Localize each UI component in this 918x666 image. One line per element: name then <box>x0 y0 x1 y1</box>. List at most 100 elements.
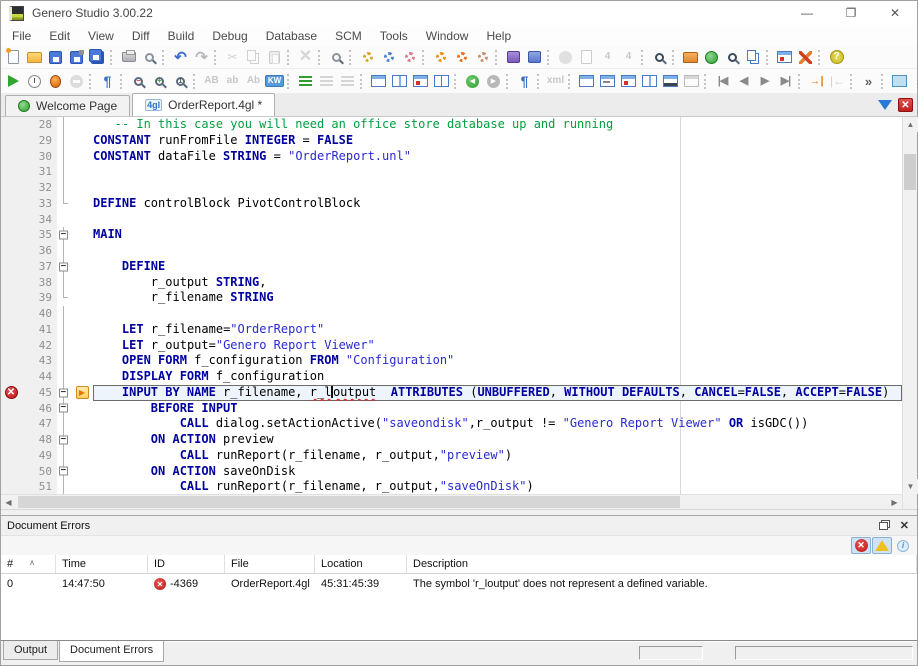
code-line-40[interactable]: 40 <box>1 306 902 322</box>
generate-doc-button[interactable] <box>576 47 597 68</box>
find-in-files-button[interactable] <box>649 47 670 68</box>
paste-button[interactable] <box>264 47 285 68</box>
preferences-button[interactable] <box>795 47 816 68</box>
close-panel-icon[interactable]: ✕ <box>898 519 911 532</box>
code-line-35[interactable]: 35−MAIN <box>1 227 902 243</box>
build-all-button[interactable] <box>378 47 399 68</box>
code-text-50[interactable]: ON ACTION saveOnDisk <box>93 464 902 480</box>
capitalize-button[interactable]: Ab <box>243 71 264 92</box>
zoom-out-button[interactable]: − <box>128 71 149 92</box>
tab-welcome-page[interactable]: Welcome Page <box>5 95 130 116</box>
lowercase-button[interactable]: ab <box>222 71 243 92</box>
code-line-45[interactable]: ✕45−▶ INPUT BY NAME r_filename, r_loutpu… <box>1 385 902 401</box>
code-text-47[interactable]: CALL dialog.setActionActive("saveondisk"… <box>93 416 902 432</box>
code-line-39[interactable]: 39 r_filename STRING <box>1 290 902 306</box>
menu-debug[interactable]: Debug <box>203 27 256 45</box>
code-text-32[interactable] <box>93 180 902 196</box>
indent-button[interactable] <box>295 71 316 92</box>
menu-window[interactable]: Window <box>417 27 478 45</box>
error-row[interactable]: 014:47:50✕-4369OrderReport.4gl45:31:45:3… <box>1 574 917 592</box>
code-text-33[interactable]: DEFINE controlBlock PivotControlBlock <box>93 196 902 212</box>
tab-document-errors[interactable]: Document Errors <box>59 641 164 662</box>
uppercase-button[interactable]: AB <box>201 71 222 92</box>
code-text-46[interactable]: BEFORE INPUT <box>93 401 902 417</box>
designer-view-button[interactable] <box>889 71 910 92</box>
close-button[interactable]: ✕ <box>873 1 917 25</box>
save-all-button[interactable] <box>87 47 108 68</box>
record-prev-button[interactable]: ◀ <box>733 71 754 92</box>
filter-errors-button[interactable]: ✕ <box>851 537 871 554</box>
float-panel-icon[interactable] <box>879 522 888 530</box>
report-wizard-button[interactable] <box>774 47 795 68</box>
code-text-40[interactable] <box>93 306 902 322</box>
form-console-button[interactable] <box>660 71 681 92</box>
maximize-button[interactable]: ❐ <box>829 1 873 25</box>
redo-button[interactable]: ↷ <box>191 47 212 68</box>
menu-build[interactable]: Build <box>159 27 204 45</box>
minimize-button[interactable]: — <box>785 1 829 25</box>
code-line-31[interactable]: 31 <box>1 164 902 180</box>
editor-hscrollbar[interactable]: ◀ ▶ <box>1 494 902 509</box>
fold-margin[interactable]: − <box>57 401 71 417</box>
code-text-37[interactable]: DEFINE <box>93 259 902 275</box>
col-header-location[interactable]: Location <box>315 555 407 573</box>
save-button[interactable] <box>45 47 66 68</box>
code-line-34[interactable]: 34 <box>1 212 902 228</box>
layout-split-button[interactable] <box>389 71 410 92</box>
code-line-47[interactable]: 47 CALL dialog.setActionActive("saveondi… <box>1 416 902 432</box>
code-text-28[interactable]: -- In this case you will need an office … <box>93 117 902 133</box>
copy-button[interactable] <box>243 47 264 68</box>
code-text-38[interactable]: r_output STRING, <box>93 275 902 291</box>
code-line-50[interactable]: 50− ON ACTION saveOnDisk <box>1 464 902 480</box>
code-text-36[interactable] <box>93 243 902 259</box>
generate-4gl-all-button[interactable]: 4 <box>618 47 639 68</box>
hscroll-thumb[interactable] <box>18 496 680 508</box>
compile-button[interactable] <box>555 47 576 68</box>
code-line-28[interactable]: 28 -- In this case you will need an offi… <box>1 117 902 133</box>
menu-edit[interactable]: Edit <box>40 27 79 45</box>
xml-export-button[interactable]: xml <box>545 71 566 92</box>
code-line-33[interactable]: 33DEFINE controlBlock PivotControlBlock <box>1 196 902 212</box>
col-header-time[interactable]: Time <box>56 555 148 573</box>
code-line-51[interactable]: 51 CALL runReport(r_filename, r_output,"… <box>1 479 902 494</box>
menu-scm[interactable]: SCM <box>326 27 371 45</box>
form-label-button[interactable] <box>597 71 618 92</box>
outdent-button[interactable] <box>316 71 337 92</box>
code-text-49[interactable]: CALL runReport(r_filename, r_output,"pre… <box>93 448 902 464</box>
generate-4gl-button[interactable]: 4 <box>597 47 618 68</box>
code-line-38[interactable]: 38 r_output STRING, <box>1 275 902 291</box>
tab-output[interactable]: Output <box>3 641 58 660</box>
form-record-button[interactable] <box>618 71 639 92</box>
build-settings-button[interactable] <box>430 47 451 68</box>
form-table-button[interactable] <box>681 71 702 92</box>
keyword-case-button[interactable]: KW <box>264 71 285 92</box>
code-text-44[interactable]: DISPLAY FORM f_configuration <box>93 369 902 385</box>
rebuild-button[interactable] <box>451 47 472 68</box>
toolbar-overflow-button[interactable]: » <box>858 71 879 92</box>
code-text-30[interactable]: CONSTANT dataFile STRING = "OrderReport.… <box>93 149 902 165</box>
undo-button[interactable]: ↶ <box>170 47 191 68</box>
tab-orderreport-4gl[interactable]: 4gl OrderReport.4gl * <box>132 93 275 116</box>
fold-margin[interactable]: − <box>57 259 71 275</box>
show-whitespace-button[interactable]: ¶ <box>97 71 118 92</box>
code-line-48[interactable]: 48− ON ACTION preview <box>1 432 902 448</box>
next-change-button[interactable]: →| <box>806 71 827 92</box>
editor-vscrollbar[interactable]: ▲ ▼ <box>902 117 917 509</box>
welcome-page-button[interactable] <box>701 47 722 68</box>
code-text-45[interactable]: INPUT BY NAME r_filename, r_loutput ATTR… <box>93 385 902 401</box>
scroll-up-icon[interactable]: ▲ <box>903 117 918 132</box>
layout-grid-button[interactable] <box>431 71 452 92</box>
vscroll-thumb[interactable] <box>904 154 916 190</box>
project-browser-button[interactable] <box>680 47 701 68</box>
errors-table-header[interactable]: #∧TimeIDFileLocationDescription <box>1 555 917 574</box>
scroll-left-icon[interactable]: ◀ <box>1 495 16 510</box>
new-project-button[interactable] <box>503 47 524 68</box>
code-text-35[interactable]: MAIN <box>93 227 902 243</box>
nav-back-button[interactable]: ◀ <box>462 71 483 92</box>
menu-view[interactable]: View <box>79 27 123 45</box>
zoom-in-button[interactable]: + <box>149 71 170 92</box>
format-button[interactable] <box>337 71 358 92</box>
profiler-button[interactable] <box>24 71 45 92</box>
code-line-36[interactable]: 36 <box>1 243 902 259</box>
new-file-button[interactable] <box>3 47 24 68</box>
